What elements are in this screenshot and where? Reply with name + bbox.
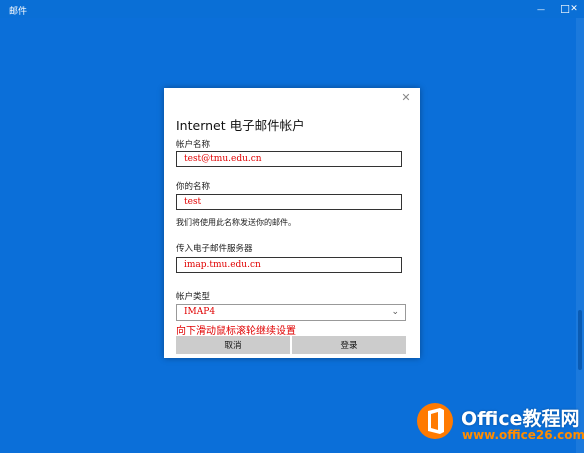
chevron-down-icon: ⌄ <box>391 307 399 317</box>
watermark-brand: Office教程网 <box>461 408 580 430</box>
incoming-server-label: 传入电子邮件服务器 <box>176 244 253 254</box>
minimize-button[interactable]: — <box>528 0 554 18</box>
minimize-icon: — <box>537 4 545 14</box>
close-icon: ✕ <box>401 91 411 104</box>
scrollbar-thumb[interactable] <box>578 310 582 370</box>
dialog-close-button[interactable]: ✕ <box>400 92 412 104</box>
account-type-select[interactable]: IMAP4 ⌄ <box>176 304 406 321</box>
your-name-label: 你的名称 <box>176 182 211 192</box>
send-name-note: 我们将使用此名称发送你的邮件。 <box>176 218 296 227</box>
login-button[interactable]: 登录 <box>292 336 406 354</box>
office-logo-icon <box>417 403 453 439</box>
close-icon: ✕ <box>570 4 578 14</box>
scrollbar[interactable] <box>576 18 584 453</box>
cancel-button[interactable]: 取消 <box>176 336 290 354</box>
account-type-value: IMAP4 <box>184 307 216 317</box>
window-title-bar: 邮件 — ☐ <box>0 0 584 18</box>
scroll-hint-annotation: 向下滑动鼠标滚轮继续设置 <box>176 326 296 337</box>
your-name-input[interactable]: test <box>176 194 402 210</box>
dialog-title: Internet 电子邮件帐户 <box>176 118 305 133</box>
window-title: 邮件 <box>9 7 28 17</box>
watermark-url: www.office26.com <box>462 428 584 442</box>
account-setup-dialog: ✕ Internet 电子邮件帐户 帐户名称 test@tmu.edu.cn 你… <box>164 88 420 358</box>
account-name-label: 帐户名称 <box>176 140 211 150</box>
close-window-button[interactable]: ✕ <box>564 0 584 18</box>
account-name-input[interactable]: test@tmu.edu.cn <box>176 151 402 167</box>
incoming-server-input[interactable]: imap.tmu.edu.cn <box>176 257 402 273</box>
account-type-label: 帐户类型 <box>176 292 211 302</box>
